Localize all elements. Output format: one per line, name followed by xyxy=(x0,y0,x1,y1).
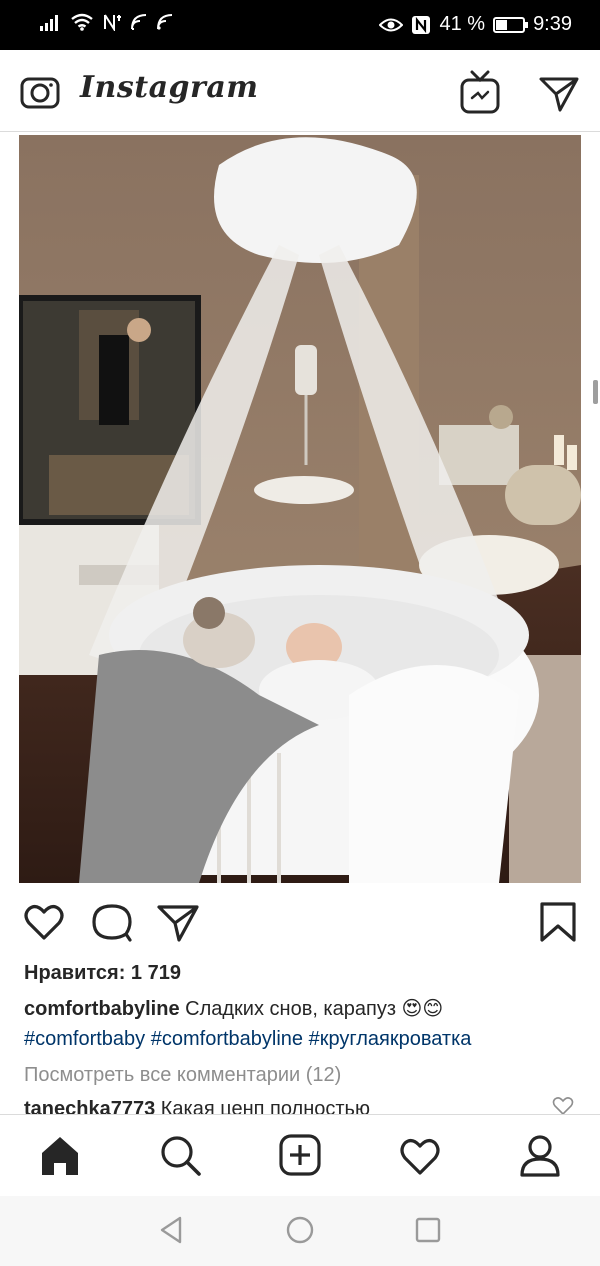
profile-icon[interactable] xyxy=(518,1133,562,1177)
post-actions xyxy=(0,890,600,950)
home-circle-icon[interactable] xyxy=(284,1214,316,1246)
back-icon[interactable] xyxy=(156,1214,188,1246)
comment-icon[interactable] xyxy=(90,900,134,944)
photo-illustration xyxy=(19,135,581,883)
post-caption: comfortbabyline Сладких снов, карапуз 😍😊… xyxy=(24,994,584,1054)
battery-icon xyxy=(493,16,529,33)
comment-text: Какая ценп полностью xyxy=(155,1098,370,1114)
new-post-icon[interactable] xyxy=(278,1133,322,1177)
brand-logo: Instagram xyxy=(80,70,259,105)
comment-username[interactable]: tanechka7773 xyxy=(24,1098,155,1114)
comment-preview: tanechka7773 Какая ценп полностью xyxy=(24,1094,564,1114)
nfc-icon xyxy=(104,14,121,31)
battery-fill xyxy=(496,19,507,30)
likes-count[interactable]: Нравится: 1 719 xyxy=(24,962,181,985)
nfc-badge-icon xyxy=(412,15,431,34)
save-bookmark-icon[interactable] xyxy=(536,900,580,944)
search-icon[interactable] xyxy=(158,1133,202,1177)
status-time: 9:39 xyxy=(533,13,572,35)
signal-icon xyxy=(40,15,58,31)
battery-percent: 41 % xyxy=(439,13,486,35)
data-icon xyxy=(131,14,147,30)
status-icons-left xyxy=(40,13,174,31)
share-icon[interactable] xyxy=(156,900,200,944)
home-icon[interactable] xyxy=(38,1133,82,1177)
status-icons-right: 41 % 9:39 xyxy=(379,13,572,36)
data-icon-2 xyxy=(157,14,173,30)
scroll-indicator[interactable] xyxy=(593,380,598,404)
post-photo[interactable] xyxy=(19,135,581,883)
like-icon[interactable] xyxy=(22,900,66,944)
wifi-icon xyxy=(71,13,93,31)
caption-username[interactable]: comfortbabyline xyxy=(24,998,180,1020)
status-bar: 41 % 9:39 xyxy=(0,0,600,50)
camera-icon[interactable] xyxy=(20,72,60,112)
top-navigation: Instagram xyxy=(0,50,600,132)
bottom-tab-bar xyxy=(0,1114,600,1196)
system-navigation-bar xyxy=(0,1196,600,1266)
caption-text: Сладких снов, карапуз 😍😊 xyxy=(179,998,444,1020)
direct-message-icon[interactable] xyxy=(538,72,580,114)
comment-like-icon[interactable] xyxy=(552,1096,574,1116)
view-all-comments-link[interactable]: Посмотреть все комментарии (12) xyxy=(24,1064,341,1087)
activity-icon[interactable] xyxy=(398,1133,442,1177)
recents-icon[interactable] xyxy=(412,1214,444,1246)
caption-hashtags[interactable]: #comfortbaby #comfortbabyline #круглаякр… xyxy=(24,1028,471,1050)
eye-comfort-icon xyxy=(379,18,404,31)
igtv-icon[interactable] xyxy=(460,70,500,114)
